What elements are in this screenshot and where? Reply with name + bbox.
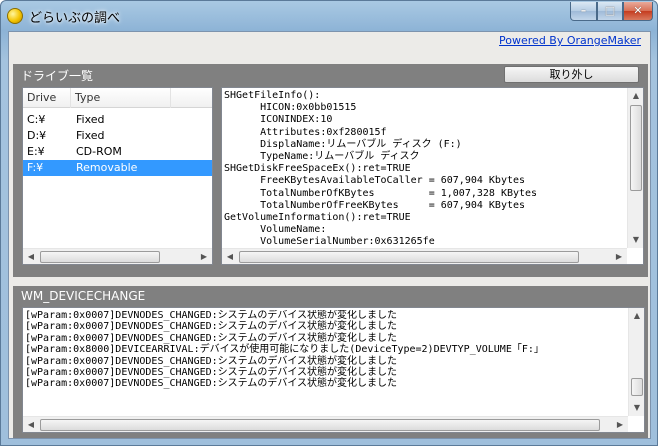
scroll-thumb[interactable] [630, 105, 642, 191]
scroll-left-icon[interactable]: ◀ [23, 249, 39, 265]
log-vscrollbar[interactable]: ▲ ▼ [628, 308, 644, 416]
scroll-thumb[interactable] [40, 251, 160, 263]
scroll-thumb[interactable] [40, 419, 600, 431]
log-line: [wParam:0x0007]DEVNODES_CHANGED:システムのデバイ… [25, 378, 398, 390]
info-line: TotalNumberOfFreeKBytes = 607,904 KBytes [224, 199, 526, 211]
minimize-button[interactable]: – [570, 2, 597, 21]
info-line: VolumeName: [224, 224, 327, 236]
drive-type: Fixed [76, 113, 105, 126]
app-icon [7, 8, 23, 24]
column-header-type[interactable]: Type [71, 88, 171, 108]
scroll-right-icon[interactable]: ▶ [196, 249, 212, 265]
eject-button[interactable]: 取り外し [504, 66, 639, 83]
scroll-thumb[interactable] [631, 378, 643, 396]
drive-row[interactable]: D:¥ Fixed [23, 128, 212, 144]
drive-row[interactable]: F:¥ Removable [23, 160, 212, 176]
info-line: SHGetDiskFreeSpaceEx():ret=TRUE [224, 163, 411, 175]
scroll-right-icon[interactable]: ▶ [611, 249, 627, 264]
column-header-drive[interactable]: Drive [23, 88, 71, 108]
drive-listview[interactable]: Drive Type C:¥ Fixed D:¥ Fixed E:¥ CD-RO… [22, 87, 213, 265]
scroll-up-icon[interactable]: ▲ [629, 308, 644, 324]
application-window: どらいぶの調べ – □ ✕ Powered By OrangeMaker ドライ… [0, 0, 658, 446]
info-vscrollbar[interactable]: ▲ ▼ [627, 88, 643, 248]
scroll-up-icon[interactable]: ▲ [628, 88, 643, 104]
log-line: [wParam:0x0007]DEVNODES_CHANGED:システムのデバイ… [25, 367, 398, 379]
log-line: [wParam:0x8000]DEVICEARRIVAL:デバイスが使用可能にな… [25, 344, 544, 356]
listview-header: Drive Type [23, 88, 212, 108]
log-line: [wParam:0x0007]DEVNODES_CHANGED:システムのデバイ… [25, 355, 398, 367]
scroll-left-icon[interactable]: ◀ [222, 249, 238, 264]
info-line: GetVolumeInformation():ret=TRUE [224, 212, 411, 224]
powered-by-link[interactable]: Powered By OrangeMaker [499, 34, 641, 47]
drive-letter: D:¥ [27, 129, 47, 142]
window-title: どらいぶの調べ [29, 11, 121, 26]
scroll-left-icon[interactable]: ◀ [23, 417, 39, 432]
drive-type: Fixed [76, 129, 105, 142]
info-line: SHGetFileInfo(): [224, 90, 321, 101]
info-line: FreeKBytesAvailableToCaller = 607,904 Kb… [224, 175, 526, 187]
device-change-log[interactable]: [wParam:0x0007]DEVNODES_CHANGED:システムのデバイ… [22, 307, 645, 433]
info-line: TypeName:リムーバブル ディスク [224, 151, 420, 163]
log-hscrollbar[interactable]: ◀ ▶ [23, 416, 628, 432]
info-hscrollbar[interactable]: ◀ ▶ [222, 248, 627, 264]
scroll-right-icon[interactable]: ▶ [612, 417, 628, 432]
log-line: [wParam:0x0007]DEVNODES_CHANGED:システムのデバイ… [25, 332, 398, 344]
device-change-log-text: [wParam:0x0007]DEVNODES_CHANGED:システムのデバイ… [25, 310, 625, 414]
drive-list-group-label: ドライブ一覧 [21, 69, 94, 83]
drive-letter: C:¥ [27, 113, 46, 126]
scroll-down-icon[interactable]: ▼ [629, 400, 644, 416]
log-line: [wParam:0x0007]DEVNODES_CHANGED:システムのデバイ… [25, 310, 398, 321]
drive-letter: F:¥ [27, 161, 44, 174]
minimize-icon: – [580, 4, 587, 17]
info-line: HICON:0x0bb01515 [224, 102, 357, 114]
drive-row[interactable]: E:¥ CD-ROM [23, 144, 212, 160]
scroll-thumb[interactable] [239, 251, 579, 263]
drive-letter: E:¥ [27, 145, 45, 158]
maximize-icon: □ [604, 4, 616, 17]
info-line: Attributes:0xf280015f [224, 126, 387, 138]
client-area: Powered By OrangeMaker ドライブ一覧 取り外し Drive… [8, 31, 651, 439]
close-button[interactable]: ✕ [623, 2, 653, 21]
close-icon: ✕ [633, 4, 643, 17]
log-line: [wParam:0x0007]DEVNODES_CHANGED:システムのデバイ… [25, 321, 398, 333]
drive-info-textbox[interactable]: SHGetFileInfo(): HICON:0x0bb01515 ICONIN… [221, 87, 644, 265]
info-line: TotalNumberOfKBytes = 1,007,328 KBytes [224, 187, 538, 199]
device-change-group-label: WM_DEVICECHANGE [21, 289, 146, 303]
scroll-down-icon[interactable]: ▼ [628, 232, 643, 248]
maximize-button[interactable]: □ [597, 2, 623, 21]
info-line: VolumeSerialNumber:0x631265fe [224, 236, 435, 246]
drive-type: CD-ROM [76, 145, 122, 158]
drive-info-text: SHGetFileInfo(): HICON:0x0bb01515 ICONIN… [224, 90, 624, 246]
drive-type: Removable [76, 161, 138, 174]
drive-row[interactable]: C:¥ Fixed [23, 112, 212, 128]
drive-list-hscrollbar[interactable]: ◀ ▶ [23, 248, 212, 264]
title-bar[interactable]: どらいぶの調べ – □ ✕ [1, 1, 657, 31]
info-line: ICONINDEX:10 [224, 114, 333, 126]
info-line: DisplaName:リムーバブル ディスク (F:) [224, 138, 462, 150]
